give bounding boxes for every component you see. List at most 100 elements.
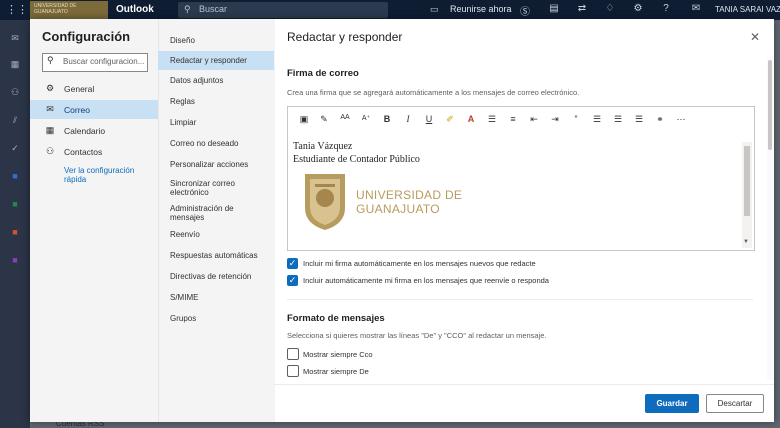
bell-icon[interactable]: ♢ <box>604 3 616 14</box>
nav-calendario[interactable]: ▦ Calendario <box>42 121 158 140</box>
excel-icon[interactable]: ■ <box>8 198 22 210</box>
signature-editor[interactable] <box>287 106 755 251</box>
highlight-icon[interactable]: ✐ <box>443 114 457 125</box>
nav-correo[interactable]: ✉ Correo <box>30 100 158 119</box>
subnav-reglas[interactable]: Reglas <box>158 93 274 111</box>
user-name[interactable]: TANIA SARAI VAZ <box>715 5 780 14</box>
onenote-icon[interactable]: ▤ <box>548 3 560 14</box>
footer-divider <box>274 384 774 385</box>
save-button[interactable]: Guardar <box>645 394 699 413</box>
subnav-label: Reglas <box>170 97 195 106</box>
subnav-label: Sincronizar correo electrónico <box>170 179 235 197</box>
settings-search-placeholder: Buscar configuracion... <box>63 57 145 66</box>
word-icon[interactable]: ■ <box>8 170 22 182</box>
format-description: Selecciona si quieres mostrar las líneas… <box>287 331 547 340</box>
signature-logo-line1: UNIVERSIDAD DE <box>356 188 463 202</box>
teams-icon[interactable]: ⇄ <box>576 3 588 14</box>
onenote-rail-icon[interactable]: ■ <box>8 254 22 266</box>
nav-general[interactable]: ⚙ General <box>42 79 158 98</box>
show-from-label[interactable]: Mostrar siempre De <box>303 367 369 376</box>
section-divider <box>287 299 753 300</box>
nav-label: Correo <box>64 105 90 115</box>
image-icon[interactable]: ▣ <box>297 114 311 125</box>
show-bcc-checkbox[interactable] <box>287 348 299 360</box>
auto-signature-new-label[interactable]: Incluir mi firma automáticamente en los … <box>303 259 536 268</box>
font-color-icon[interactable]: A <box>464 114 478 124</box>
more-options-icon[interactable]: ⋯ <box>674 114 688 125</box>
subnav-no-deseado[interactable]: Correo no deseado <box>158 135 274 153</box>
bullets-icon[interactable]: ☰ <box>485 114 499 125</box>
calendar-icon[interactable]: ▦ <box>8 58 22 70</box>
show-bcc-label[interactable]: Mostrar siempre Cco <box>303 350 373 359</box>
increase-indent-icon[interactable]: ⇥ <box>548 114 562 125</box>
subnav-reenvio[interactable]: Reenvío <box>158 226 274 244</box>
subnav-smime[interactable]: S/MIME <box>158 289 274 307</box>
people-icon: ⚇ <box>45 146 55 156</box>
subnav-label: Correo no deseado <box>170 139 239 148</box>
align-right-icon[interactable]: ☰ <box>632 114 646 125</box>
subnav-label: Reenvío <box>170 230 200 239</box>
quick-settings-link[interactable]: Ver la configuración rápida <box>64 166 154 184</box>
signature-role: Estudiante de Contador Público <box>293 154 420 165</box>
close-icon[interactable]: ✕ <box>750 30 760 44</box>
logo-text: UNIVERSIDAD DE GUANAJUATO <box>34 3 77 15</box>
underline-icon[interactable]: U <box>422 114 436 124</box>
decrease-indent-icon[interactable]: ⇤ <box>527 114 541 125</box>
app-rail <box>0 20 30 428</box>
editor-scrollbar-thumb[interactable] <box>744 146 750 216</box>
subnav-diseno[interactable]: Diseño <box>158 32 274 50</box>
subnav-acciones[interactable]: Personalizar acciones <box>158 156 274 174</box>
app-title[interactable]: Outlook <box>116 4 154 15</box>
subnav-label: Administración de mensajes <box>170 204 234 222</box>
align-center-icon[interactable]: ☰ <box>611 114 625 125</box>
grow-font-icon[interactable]: A⁺ <box>359 114 373 122</box>
feedback-icon[interactable]: ✉ <box>690 3 702 14</box>
gear-icon: ⚙ <box>45 83 55 93</box>
subnav-adjuntos[interactable]: Datos adjuntos <box>158 72 274 90</box>
nav-contactos[interactable]: ⚇ Contactos <box>42 142 158 161</box>
main-scrollbar-thumb[interactable] <box>768 60 772 150</box>
help-icon[interactable]: ? <box>660 3 672 14</box>
auto-signature-reply-label[interactable]: Incluir automáticamente mi firma en los … <box>303 276 549 285</box>
subnav-grupos[interactable]: Grupos <box>158 310 274 328</box>
font-size-icon[interactable]: AA <box>338 114 352 121</box>
subnav-label: Datos adjuntos <box>170 76 224 85</box>
subnav-label: Limpiar <box>170 118 197 127</box>
video-icon[interactable]: ▭ <box>430 4 439 15</box>
discard-button[interactable]: Descartar <box>706 394 764 413</box>
attach-icon[interactable]: ⫽ <box>8 114 22 126</box>
meet-now-button[interactable]: Reunirse ahora <box>450 4 512 14</box>
gear-icon[interactable]: ⚙ <box>632 3 644 14</box>
people-icon[interactable]: ⚇ <box>8 86 22 98</box>
subnav-sincronizar[interactable]: Sincronizar correo electrónico <box>158 175 274 199</box>
align-left-icon[interactable]: ☰ <box>590 114 604 125</box>
numbering-icon[interactable]: ≡ <box>506 114 520 124</box>
subnav-redactar[interactable]: Redactar y responder <box>158 51 274 70</box>
app-launcher-icon[interactable]: ⋮⋮ <box>6 4 28 16</box>
auto-signature-new-checkbox[interactable]: ✓ <box>287 258 298 269</box>
mail-icon[interactable]: ✉ <box>8 32 22 44</box>
search-icon: ⚲ <box>184 4 191 14</box>
signature-name: Tania Vázquez <box>293 141 353 152</box>
signature-description: Crea una firma que se agregará automátic… <box>287 88 580 97</box>
auto-signature-reply-checkbox[interactable]: ✓ <box>287 275 298 286</box>
subnav-limpiar[interactable]: Limpiar <box>158 114 274 132</box>
todo-icon[interactable]: ✓ <box>8 142 22 154</box>
skype-icon[interactable]: Ⓢ <box>519 3 531 18</box>
mail-icon: ✉ <box>46 104 54 114</box>
show-from-checkbox[interactable] <box>287 365 299 377</box>
subnav-administracion[interactable]: Administración de mensajes <box>158 200 274 224</box>
subnav-directivas[interactable]: Directivas de retención <box>158 268 274 286</box>
quote-icon[interactable]: ” <box>569 114 583 124</box>
format-painter-icon[interactable]: ✎ <box>317 114 331 125</box>
italic-icon[interactable]: I <box>401 114 415 124</box>
subnav-respuestas[interactable]: Respuestas automáticas <box>158 247 274 265</box>
subnav-label: S/MIME <box>170 293 199 302</box>
signature-logo-line2: GUANAJUATO <box>356 202 440 216</box>
powerpoint-icon[interactable]: ■ <box>8 226 22 238</box>
chevron-down-icon[interactable]: ▼ <box>743 239 749 245</box>
page-title: Redactar y responder <box>287 30 403 44</box>
bold-icon[interactable]: B <box>380 114 394 124</box>
subnav-label: Diseño <box>170 36 195 45</box>
link-icon[interactable]: ⚭ <box>653 114 667 125</box>
